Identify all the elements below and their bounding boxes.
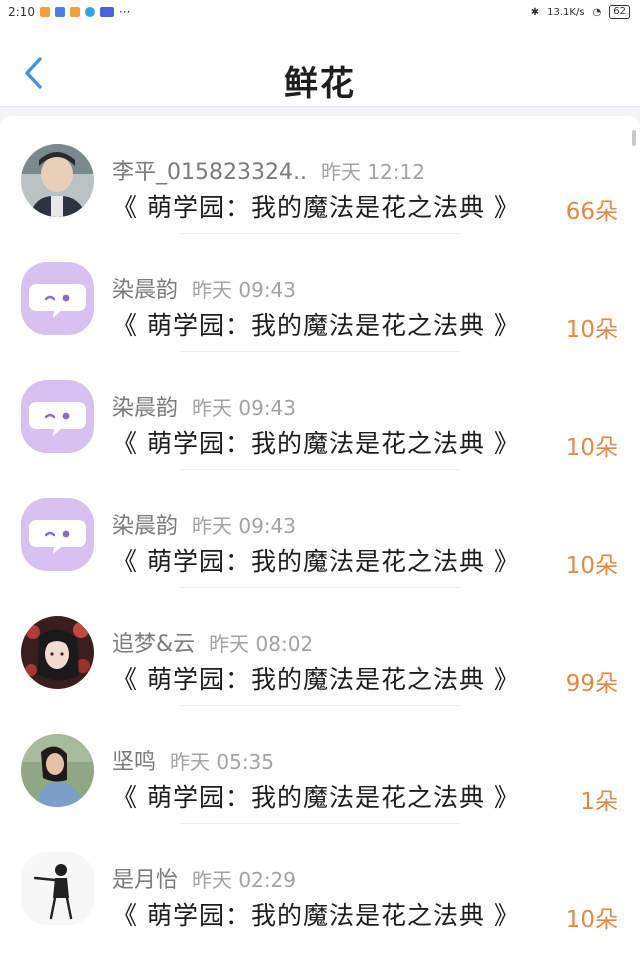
app-notification-icon: [54, 7, 65, 17]
more-notifications-icon: ···: [118, 5, 131, 19]
list-item[interactable]: 追梦&云 昨天 08:02 《 萌学园：我的魔法是花之法典 》 99朵: [0, 588, 640, 706]
list-item[interactable]: 染晨韵 昨天 09:43 《 萌学园：我的魔法是花之法典 》 10朵: [0, 352, 640, 470]
gift-time: 昨天 12:12: [320, 160, 425, 184]
gift-time: 昨天 09:43: [192, 396, 297, 420]
default-chat-avatar-icon: [29, 402, 86, 436]
gift-time: 昨天 09:43: [192, 278, 297, 302]
avatar[interactable]: [21, 616, 94, 689]
list-item[interactable]: 染晨韵 昨天 09:43 《 萌学园：我的魔法是花之法典 》 10朵: [0, 234, 640, 352]
app-notification-icon: [84, 7, 95, 17]
flower-count: 10朵: [565, 907, 618, 933]
app-notification-icon: [99, 7, 114, 17]
avatar[interactable]: [21, 852, 94, 925]
battery-icon: 62: [609, 5, 630, 19]
flower-count: 66朵: [565, 199, 618, 225]
top-app-bar: 鲜花: [0, 26, 640, 107]
bluetooth-icon: ✱: [530, 6, 540, 18]
gift-time: 昨天 08:02: [209, 632, 314, 656]
avatar[interactable]: [21, 498, 94, 571]
book-title: 《 萌学园：我的魔法是花之法典 》: [112, 901, 520, 930]
gift-time: 昨天 02:29: [192, 868, 297, 892]
status-time: 2:10: [8, 5, 35, 19]
user-name: 染晨韵 昨天 09:43: [112, 396, 297, 421]
avatar[interactable]: [21, 262, 94, 335]
flower-count: 10朵: [565, 317, 618, 343]
book-title: 《 萌学园：我的魔法是花之法典 》: [112, 783, 520, 812]
app-notification-icon: [39, 7, 50, 17]
page-title: 鲜花: [284, 64, 356, 104]
user-name: 是月怡 昨天 02:29: [112, 868, 297, 893]
list-item[interactable]: 坚鸣 昨天 05:35 《 萌学园：我的魔法是花之法典 》 1朵: [0, 706, 640, 824]
book-title: 《 萌学园：我的魔法是花之法典 》: [112, 311, 520, 340]
flower-gift-list[interactable]: 李平_015823324.. 昨天 12:12 《 萌学园：我的魔法是花之法典 》…: [0, 116, 640, 974]
list-item[interactable]: 李平_015823324.. 昨天 12:12 《 萌学园：我的魔法是花之法典 》…: [0, 116, 640, 234]
user-name: 坚鸣 昨天 05:35: [112, 750, 275, 775]
network-speed: 13.1K/s: [547, 6, 585, 18]
avatar[interactable]: [21, 144, 94, 217]
list-item[interactable]: 是月怡 昨天 02:29 《 萌学园：我的魔法是花之法典 》 10朵: [0, 824, 640, 942]
default-chat-avatar-icon: [29, 284, 86, 318]
user-name: 李平_015823324.. 昨天 12:12: [112, 160, 425, 185]
flower-count: 10朵: [565, 435, 618, 461]
sketch-figure-avatar-icon: [21, 852, 94, 925]
book-title: 《 萌学园：我的魔法是花之法典 》: [112, 665, 520, 694]
user-name: 染晨韵 昨天 09:43: [112, 278, 297, 303]
gift-time: 昨天 05:35: [170, 750, 275, 774]
user-name: 追梦&云 昨天 08:02: [112, 632, 314, 657]
book-title: 《 萌学园：我的魔法是花之法典 》: [112, 193, 520, 222]
status-left: 2:10 ···: [8, 5, 130, 19]
user-photo-icon: [21, 144, 94, 217]
status-bar: 2:10 ··· ✱ 13.1K/s ◔ 62: [0, 0, 640, 26]
book-title: 《 萌学园：我的魔法是花之法典 》: [112, 429, 520, 458]
gift-time: 昨天 09:43: [192, 514, 297, 538]
user-name: 染晨韵 昨天 09:43: [112, 514, 297, 539]
flower-count: 99朵: [565, 671, 618, 697]
app-notification-icon: [69, 7, 80, 17]
avatar[interactable]: [21, 734, 94, 807]
status-right: ✱ 13.1K/s ◔ 62: [531, 5, 630, 19]
list-item[interactable]: 染晨韵 昨天 09:43 《 萌学园：我的魔法是花之法典 》 10朵: [0, 470, 640, 588]
book-title: 《 萌学园：我的魔法是花之法典 》: [112, 547, 520, 576]
user-photo-icon: [21, 734, 94, 807]
flower-count: 1朵: [580, 789, 618, 815]
anime-girl-avatar-icon: [21, 616, 94, 689]
flower-count: 10朵: [565, 553, 618, 579]
avatar[interactable]: [21, 380, 94, 453]
wifi-icon: ◔: [592, 6, 602, 18]
default-chat-avatar-icon: [29, 520, 86, 554]
